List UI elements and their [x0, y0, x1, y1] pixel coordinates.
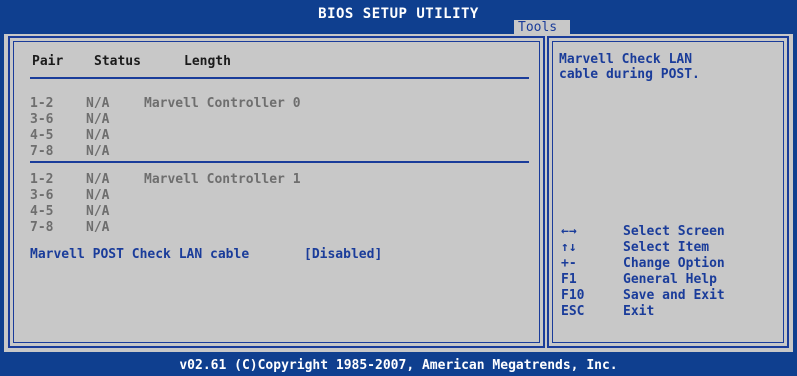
pair-label: 3-6 — [30, 188, 54, 203]
key-label: F1 — [561, 272, 577, 287]
divider — [30, 161, 529, 163]
length-value: Marvell Controller 0 — [144, 96, 301, 111]
pair-label: 7-8 — [30, 220, 54, 235]
pair-label: 1-2 — [30, 96, 54, 111]
pair-label: 3-6 — [30, 112, 54, 127]
length-value: Marvell Controller 1 — [144, 172, 301, 187]
help-text-line-1: Marvell Check LAN — [559, 52, 693, 67]
status-value: N/A — [86, 188, 110, 203]
divider — [30, 77, 529, 79]
status-value: N/A — [86, 172, 110, 187]
key-action: General Help — [623, 272, 717, 287]
key-action: Exit — [623, 304, 655, 319]
pair-label: 4-5 — [30, 204, 54, 219]
key-action: Change Option — [623, 256, 725, 271]
footer-copyright: v02.61 (C)Copyright 1985-2007, American … — [179, 358, 618, 373]
help-text-line-2: cable during POST. — [559, 67, 700, 82]
key-action: Select Screen — [623, 224, 725, 239]
app-title: BIOS SETUP UTILITY — [318, 6, 479, 22]
help-panel-inner: Marvell Check LAN cable during POST. ←→ … — [552, 41, 784, 343]
key-label: F10 — [561, 288, 585, 303]
pair-label: 7-8 — [30, 144, 54, 159]
option-value[interactable]: [Disabled] — [304, 247, 382, 262]
key-action: Save and Exit — [623, 288, 725, 303]
status-value: N/A — [86, 204, 110, 219]
status-value: N/A — [86, 220, 110, 235]
settings-panel-inner: Pair Status Length 1-2 N/A Marvell Contr… — [13, 41, 540, 343]
pair-label: 4-5 — [30, 128, 54, 143]
main-frame: Pair Status Length 1-2 N/A Marvell Contr… — [4, 34, 793, 352]
help-panel: Marvell Check LAN cable during POST. ←→ … — [547, 36, 789, 348]
key-action: Select Item — [623, 240, 710, 255]
column-header-status: Status — [94, 54, 141, 69]
key-label: ESC — [561, 304, 585, 319]
title-bar: BIOS SETUP UTILITY Tools — [0, 0, 797, 36]
option-label: Marvell POST Check LAN cable — [30, 247, 250, 262]
column-header-pair: Pair — [32, 54, 64, 69]
up-down-arrows-icon: ↑↓ — [561, 240, 577, 255]
status-value: N/A — [86, 96, 110, 111]
column-header-length: Length — [184, 54, 231, 69]
key-label: +- — [561, 256, 577, 271]
pair-label: 1-2 — [30, 172, 54, 187]
status-value: N/A — [86, 144, 110, 159]
settings-panel: Pair Status Length 1-2 N/A Marvell Contr… — [8, 36, 545, 348]
status-value: N/A — [86, 112, 110, 127]
left-right-arrows-icon: ←→ — [561, 224, 577, 239]
status-value: N/A — [86, 128, 110, 143]
